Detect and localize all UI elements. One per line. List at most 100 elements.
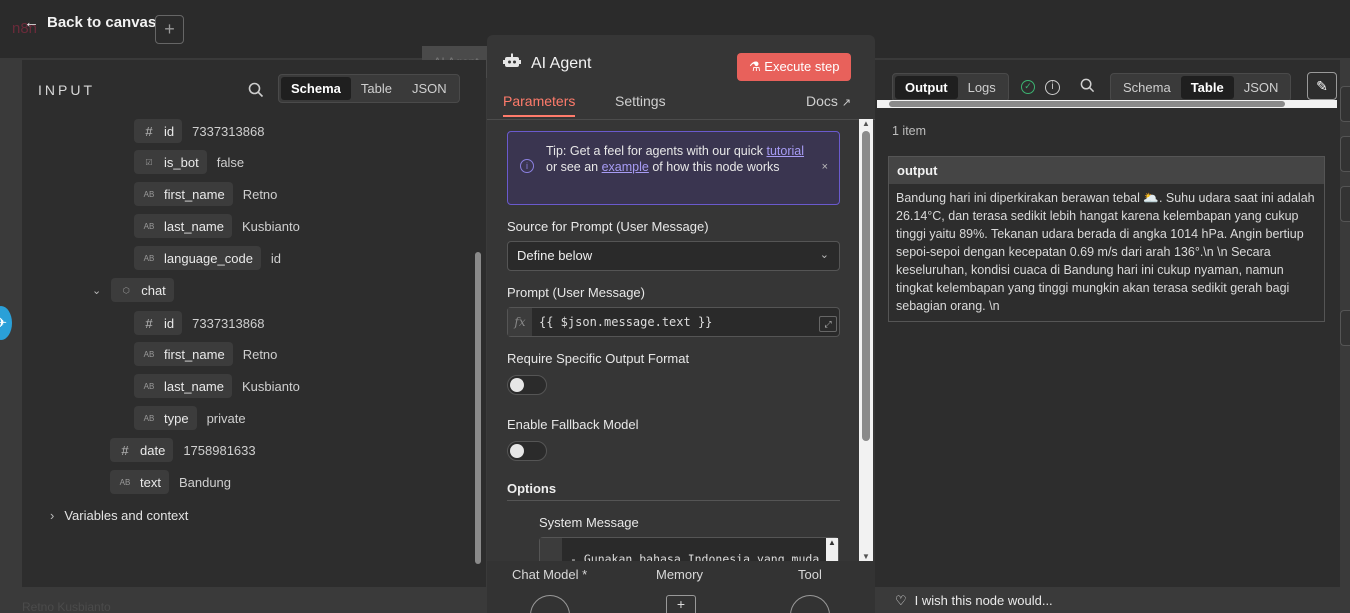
ai-agent-panel: AI Agent ⚗ Execute step Parameters Setti…	[487, 35, 875, 613]
schema-row: AB last_name Kusbianto	[134, 213, 300, 239]
schema-key[interactable]: # id	[134, 119, 183, 143]
docs-link[interactable]: Docs ↗	[806, 93, 851, 109]
item-count: 1 item	[892, 124, 927, 138]
tool-connector-label: Tool	[798, 567, 822, 582]
schema-key[interactable]: ☑ is_bot	[134, 150, 207, 174]
edit-output-button[interactable]: ✎	[1307, 72, 1337, 100]
schema-key[interactable]: AB last_name	[134, 374, 232, 398]
add-memory-button[interactable]: +	[666, 595, 696, 613]
schema-key[interactable]: # id	[134, 311, 183, 335]
input-scrollbar[interactable]	[472, 122, 484, 572]
back-to-canvas-button[interactable]: ← Back to canvas	[24, 14, 156, 31]
output-status-icons: ✓ i	[1021, 78, 1095, 96]
pencil-icon: ✎	[1316, 78, 1328, 94]
chat-model-connector-label: Chat Model *	[512, 567, 588, 582]
string-type-icon: AB	[143, 349, 155, 359]
example-link[interactable]: example	[602, 160, 649, 174]
table-cell-output[interactable]: Bandung hari ini diperkirakan berawan te…	[889, 184, 1324, 321]
tab-logs[interactable]: Logs	[958, 76, 1006, 99]
robot-icon	[503, 53, 521, 74]
schema-row: AB last_name Kusbianto	[134, 373, 300, 399]
feedback-prompt[interactable]: ♡ I wish this node would...	[895, 593, 1053, 609]
arrow-left-icon: ←	[24, 14, 39, 31]
parameters-body: i Tip: Get a feel for agents with our qu…	[487, 121, 875, 561]
agent-tabs: Parameters Settings Docs ↗	[487, 90, 875, 120]
schema-value: Kusbianto	[241, 218, 300, 234]
schema-value: 7337313868	[192, 315, 265, 331]
flask-icon: ⚗	[749, 59, 761, 74]
number-type-icon: #	[121, 442, 129, 458]
source-select[interactable]: Define below ⌄	[507, 241, 840, 271]
output-view-schema[interactable]: Schema	[1113, 76, 1181, 99]
schema-row: ☑ is_bot false	[134, 149, 244, 175]
memory-connector-label: Memory	[656, 567, 703, 582]
schema-key[interactable]: AB last_name	[134, 214, 232, 238]
agent-title: AI Agent	[531, 54, 592, 72]
chevron-right-icon: ›	[50, 508, 55, 523]
number-type-icon: #	[145, 315, 153, 331]
close-icon[interactable]: ×	[822, 161, 828, 173]
schema-value: 7337313868	[192, 123, 265, 139]
add-node-button[interactable]: +	[155, 15, 184, 44]
fallback-label: Enable Fallback Model	[507, 417, 639, 432]
textarea-scrollbar[interactable]: ▲	[826, 538, 838, 561]
schema-value: 1758981633	[183, 442, 256, 458]
info-icon: i	[520, 159, 534, 173]
expand-icon[interactable]: ⤢	[819, 316, 837, 332]
schema-value: Retno	[242, 186, 278, 202]
variables-and-context-toggle[interactable]: › Variables and context	[50, 508, 188, 523]
schema-row: # date 1758981633	[110, 437, 256, 463]
schema-key[interactable]: AB type	[134, 406, 197, 430]
fallback-toggle[interactable]	[507, 441, 547, 461]
chevron-down-icon[interactable]: ⌄	[92, 284, 101, 297]
schema-key[interactable]: # date	[110, 438, 174, 462]
schema-key[interactable]: AB first_name	[134, 342, 233, 366]
execute-step-button[interactable]: ⚗ Execute step	[737, 53, 852, 81]
prompt-input[interactable]: fx {{ $json.message.text }} ⤢	[507, 307, 840, 337]
output-view-switcher: Schema Table JSON	[1110, 73, 1292, 102]
tab-parameters[interactable]: Parameters	[503, 93, 576, 117]
schema-key[interactable]: AB language_code	[134, 246, 261, 270]
schema-row: AB language_code id	[134, 245, 281, 271]
input-view-json[interactable]: JSON	[402, 77, 457, 100]
sub-node-connectors: Chat Model * Memory Tool +	[487, 561, 875, 613]
schema-key[interactable]: ⬡ chat	[111, 278, 174, 302]
info-icon[interactable]: i	[1045, 79, 1060, 95]
schema-row: # id 7337313868	[134, 310, 264, 336]
output-table: output Bandung hari ini diperkirakan ber…	[888, 156, 1325, 322]
schema-row: AB first_name Retno	[134, 181, 277, 207]
tab-output[interactable]: Output	[895, 76, 958, 99]
schema-key[interactable]: AB first_name	[134, 182, 233, 206]
google-gemini-icon[interactable]	[530, 595, 570, 613]
options-heading: Options	[507, 481, 840, 501]
globe-icon[interactable]	[790, 595, 830, 613]
output-view-json[interactable]: JSON	[1234, 76, 1289, 99]
string-type-icon: AB	[119, 477, 131, 487]
schema-value: Retno	[242, 346, 278, 362]
search-icon[interactable]	[1080, 78, 1095, 96]
input-view-switcher: Schema Table JSON	[278, 74, 460, 103]
agent-scrollbar[interactable]: ▲ ▼	[859, 119, 873, 561]
tab-settings[interactable]: Settings	[615, 93, 666, 109]
schema-row-chat: ⌄ ⬡ chat	[92, 277, 174, 303]
input-title: INPUT	[38, 82, 95, 98]
input-view-schema[interactable]: Schema	[281, 77, 351, 100]
output-view-table[interactable]: Table	[1180, 76, 1234, 99]
expression-icon: fx	[508, 308, 532, 336]
output-panel: Output Logs ✓ i Schema Table JSON ✎ 1 it…	[875, 60, 1340, 587]
object-type-icon: ⬡	[122, 285, 130, 295]
chevron-down-icon: ⌄	[819, 249, 829, 261]
output-horizontal-scrollbar[interactable]	[877, 100, 1337, 108]
system-message-input[interactable]: - Gunakan bahasa Indonesia yang muda ▲	[539, 537, 839, 561]
string-type-icon: AB	[143, 221, 155, 231]
tutorial-link[interactable]: tutorial	[767, 144, 805, 158]
schema-key[interactable]: AB text	[110, 470, 169, 494]
canvas-node-fragment	[1340, 136, 1350, 172]
string-type-icon: AB	[143, 381, 155, 391]
string-type-icon: AB	[143, 253, 155, 263]
search-icon[interactable]	[248, 82, 264, 101]
input-view-table[interactable]: Table	[351, 77, 402, 100]
require-format-toggle[interactable]	[507, 375, 547, 395]
canvas-node-fragment	[1340, 310, 1350, 346]
string-type-icon: AB	[143, 189, 155, 199]
